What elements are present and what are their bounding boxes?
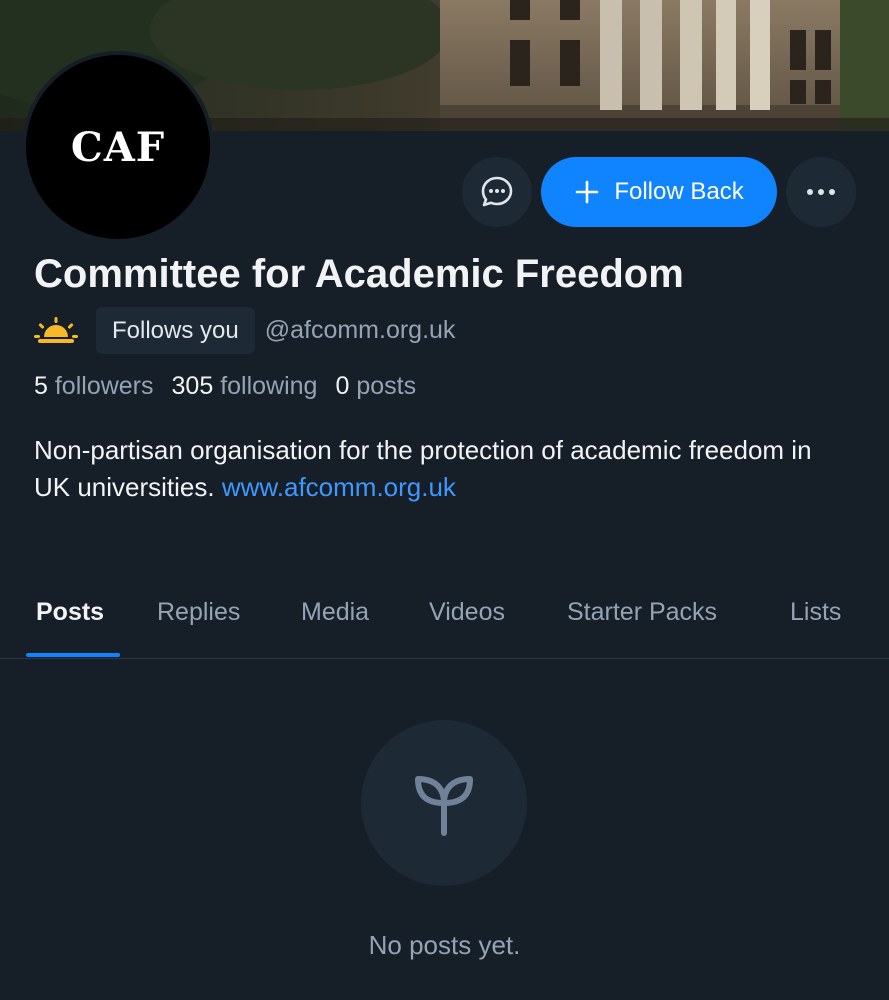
active-tab-indicator — [26, 653, 120, 657]
profile-tabs: Posts Replies Media Videos Starter Packs… — [0, 590, 889, 659]
followers-stat[interactable]: 5 followers — [34, 372, 154, 401]
follow-back-label: Follow Back — [614, 178, 744, 205]
avatar[interactable]: CAF — [22, 51, 214, 243]
plus-icon — [576, 180, 599, 204]
handle-row: Follows you @afcomm.org.uk — [34, 307, 455, 354]
profile-stats: 5 followers 305 following 0 posts — [34, 372, 416, 401]
avatar-text: CAF — [70, 123, 166, 171]
followers-label: followers — [54, 372, 154, 400]
ellipsis-icon — [807, 189, 835, 195]
posts-stat: 0 posts — [335, 372, 416, 401]
tab-lists[interactable]: Lists — [790, 590, 841, 659]
tab-starter-packs[interactable]: Starter Packs — [567, 590, 717, 659]
profile-page: CAF Follow Back Committee for Academic F… — [0, 0, 889, 1000]
following-label: following — [220, 372, 318, 400]
following-stat[interactable]: 305 following — [172, 372, 318, 401]
profile-bio: Non-partisan organisation for the protec… — [34, 432, 854, 506]
tab-media[interactable]: Media — [301, 590, 369, 659]
tab-replies[interactable]: Replies — [157, 590, 240, 659]
posts-count: 0 — [335, 372, 350, 400]
chat-bubble-icon — [481, 176, 513, 207]
message-button[interactable] — [462, 157, 532, 227]
tab-videos[interactable]: Videos — [429, 590, 505, 659]
sunrise-icon — [34, 316, 78, 343]
posts-label: posts — [356, 372, 417, 400]
sprout-icon — [415, 776, 473, 836]
tab-posts[interactable]: Posts — [36, 590, 104, 659]
follow-back-button[interactable]: Follow Back — [541, 157, 777, 227]
follows-you-badge: Follows you — [96, 307, 255, 354]
bio-link[interactable]: www.afcomm.org.uk — [222, 472, 456, 502]
empty-state-text: No posts yet. — [368, 930, 521, 960]
empty-state-icon-circle — [361, 720, 527, 886]
followers-count: 5 — [34, 372, 48, 400]
more-options-button[interactable] — [786, 157, 856, 227]
follows-you-label: Follows you — [112, 316, 239, 344]
display-name: Committee for Academic Freedom — [34, 252, 684, 296]
following-count: 305 — [171, 372, 214, 400]
handle[interactable]: @afcomm.org.uk — [265, 316, 456, 345]
